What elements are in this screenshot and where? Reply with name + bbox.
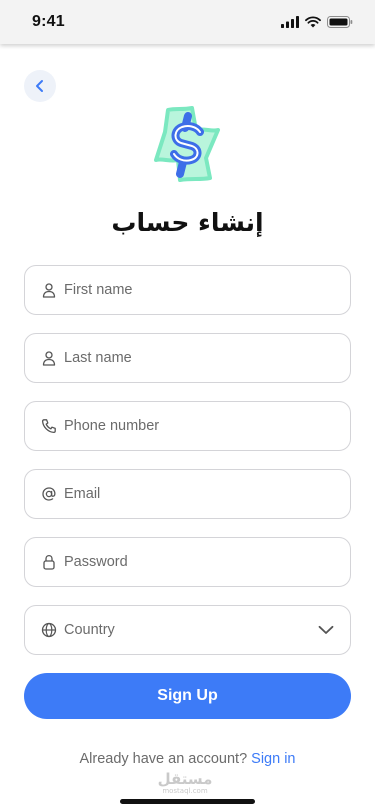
last-name-field[interactable] — [24, 333, 351, 383]
sign-in-prompt: Already have an account? Sign in — [0, 751, 375, 767]
battery-icon — [327, 16, 353, 28]
phone-field[interactable] — [24, 401, 351, 451]
watermark: مستقل mostaql.com — [150, 770, 220, 796]
page-title: إنشاء حساب — [111, 208, 264, 237]
lock-icon — [40, 553, 58, 571]
password-input[interactable] — [64, 538, 314, 586]
sign-in-prompt-text: Already have an account? — [79, 751, 248, 767]
watermark-main: مستقل — [157, 770, 213, 788]
user-icon — [40, 349, 58, 367]
email-field[interactable] — [24, 469, 351, 519]
phone-input[interactable] — [64, 402, 314, 450]
dollar-sign-icon — [154, 106, 220, 182]
first-name-input[interactable] — [64, 266, 314, 314]
password-field[interactable] — [24, 537, 351, 587]
globe-icon — [40, 621, 58, 639]
home-indicator — [120, 799, 255, 804]
app-logo — [152, 100, 222, 188]
wifi-icon — [305, 16, 321, 28]
phone-icon — [40, 417, 58, 435]
status-bar: 9:41 — [0, 0, 375, 44]
status-time: 9:41 — [32, 13, 65, 30]
last-name-input[interactable] — [64, 334, 314, 382]
user-icon — [40, 281, 58, 299]
first-name-field[interactable] — [24, 265, 351, 315]
country-select-label: Country — [64, 622, 115, 638]
back-button[interactable] — [24, 70, 56, 102]
at-sign-icon — [40, 485, 58, 503]
sign-up-button[interactable]: Sign Up — [24, 673, 351, 719]
watermark-sub: mostaql.com — [162, 787, 208, 795]
chevron-down-icon — [316, 620, 336, 640]
email-input[interactable] — [64, 470, 314, 518]
signal-icon — [281, 16, 299, 28]
country-select[interactable]: Country — [24, 605, 351, 655]
sign-in-link[interactable]: Sign in — [251, 751, 295, 767]
status-icons — [281, 16, 353, 28]
chevron-left-icon — [36, 80, 43, 92]
